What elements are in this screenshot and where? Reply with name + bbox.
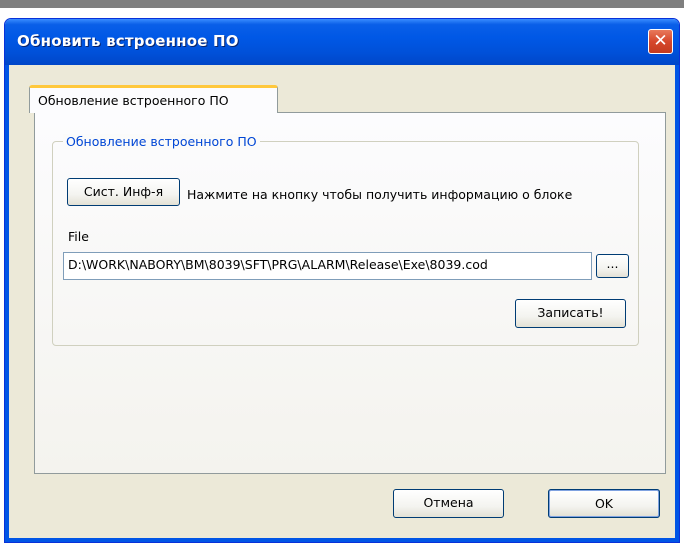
file-label: File — [68, 229, 89, 244]
hint-text: Нажмите на кнопку чтобы получить информа… — [187, 187, 573, 202]
ok-button[interactable]: OK — [548, 489, 660, 518]
file-path-input[interactable]: D:\WORK\NABORY\BM\8039\SFT\PRG\ALARM\Rel… — [63, 252, 592, 280]
close-icon[interactable]: ✕ — [648, 29, 673, 54]
title-bar[interactable]: Обновить встроенное ПО ✕ — [5, 19, 679, 65]
window-frame-bottom — [5, 538, 679, 542]
cancel-button[interactable]: Отмена — [393, 489, 504, 518]
window-frame-left — [5, 65, 9, 542]
window-frame-right — [675, 65, 679, 542]
browse-button[interactable]: ... — [596, 254, 629, 278]
system-info-button[interactable]: Сист. Инф-я — [67, 178, 180, 206]
background-strip — [0, 0, 684, 8]
tab-firmware-update[interactable]: Обновление встроенного ПО — [29, 85, 278, 113]
group-legend: Обновление встроенного ПО — [63, 134, 260, 149]
tab-label: Обновление встроенного ПО — [38, 93, 229, 108]
window-title: Обновить встроенное ПО — [17, 32, 239, 50]
write-button[interactable]: Записать! — [515, 299, 626, 328]
